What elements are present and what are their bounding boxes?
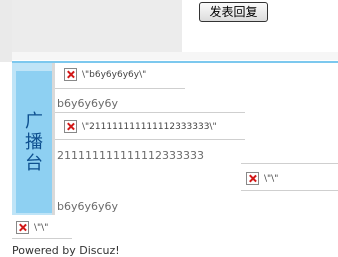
divider bbox=[241, 163, 338, 164]
broadcast-tab-char-1: 广 bbox=[25, 110, 43, 132]
divider bbox=[55, 88, 185, 89]
post-image-alt: \"211111111111112333333\" bbox=[82, 121, 217, 132]
top-gray-area bbox=[12, 0, 182, 52]
post-text: b6y6y6y6y bbox=[57, 97, 119, 110]
broken-image-icon bbox=[16, 221, 29, 234]
left-rail bbox=[0, 0, 12, 62]
broken-image-icon bbox=[64, 68, 77, 81]
broadcast-tab[interactable]: 广 播 台 bbox=[16, 71, 52, 213]
bottom-image[interactable]: \"\" bbox=[16, 221, 48, 234]
broadcast-tab-char-3: 台 bbox=[25, 152, 43, 174]
broken-image-icon bbox=[64, 120, 77, 133]
post-image[interactable]: \"\" bbox=[246, 172, 278, 185]
divider bbox=[55, 139, 245, 140]
broadcast-tab-char-2: 播 bbox=[25, 131, 43, 153]
broadcast-content: \"b6y6y6y6y\" b6y6y6y6y \"21111111111111… bbox=[52, 63, 338, 215]
divider bbox=[55, 112, 245, 113]
broken-image-icon bbox=[246, 172, 259, 185]
broadcast-panel: 广 播 台 \"b6y6y6y6y\" b6y6y6y6y \"21111111… bbox=[12, 61, 338, 215]
post-image-alt: \"b6y6y6y6y\" bbox=[82, 69, 147, 80]
post-image[interactable]: \"b6y6y6y6y\" bbox=[64, 68, 146, 81]
post-text: 211111111111112333333 bbox=[57, 149, 204, 162]
post-image-alt: \"\" bbox=[264, 173, 279, 184]
divider bbox=[12, 238, 72, 239]
bottom-image-alt: \"\" bbox=[34, 222, 49, 233]
post-text: b6y6y6y6y bbox=[57, 200, 119, 213]
post-reply-button[interactable]: 发表回复 bbox=[199, 2, 268, 22]
divider bbox=[241, 190, 338, 191]
post-image[interactable]: \"211111111111112333333\" bbox=[64, 120, 217, 133]
top-strip bbox=[12, 52, 338, 60]
